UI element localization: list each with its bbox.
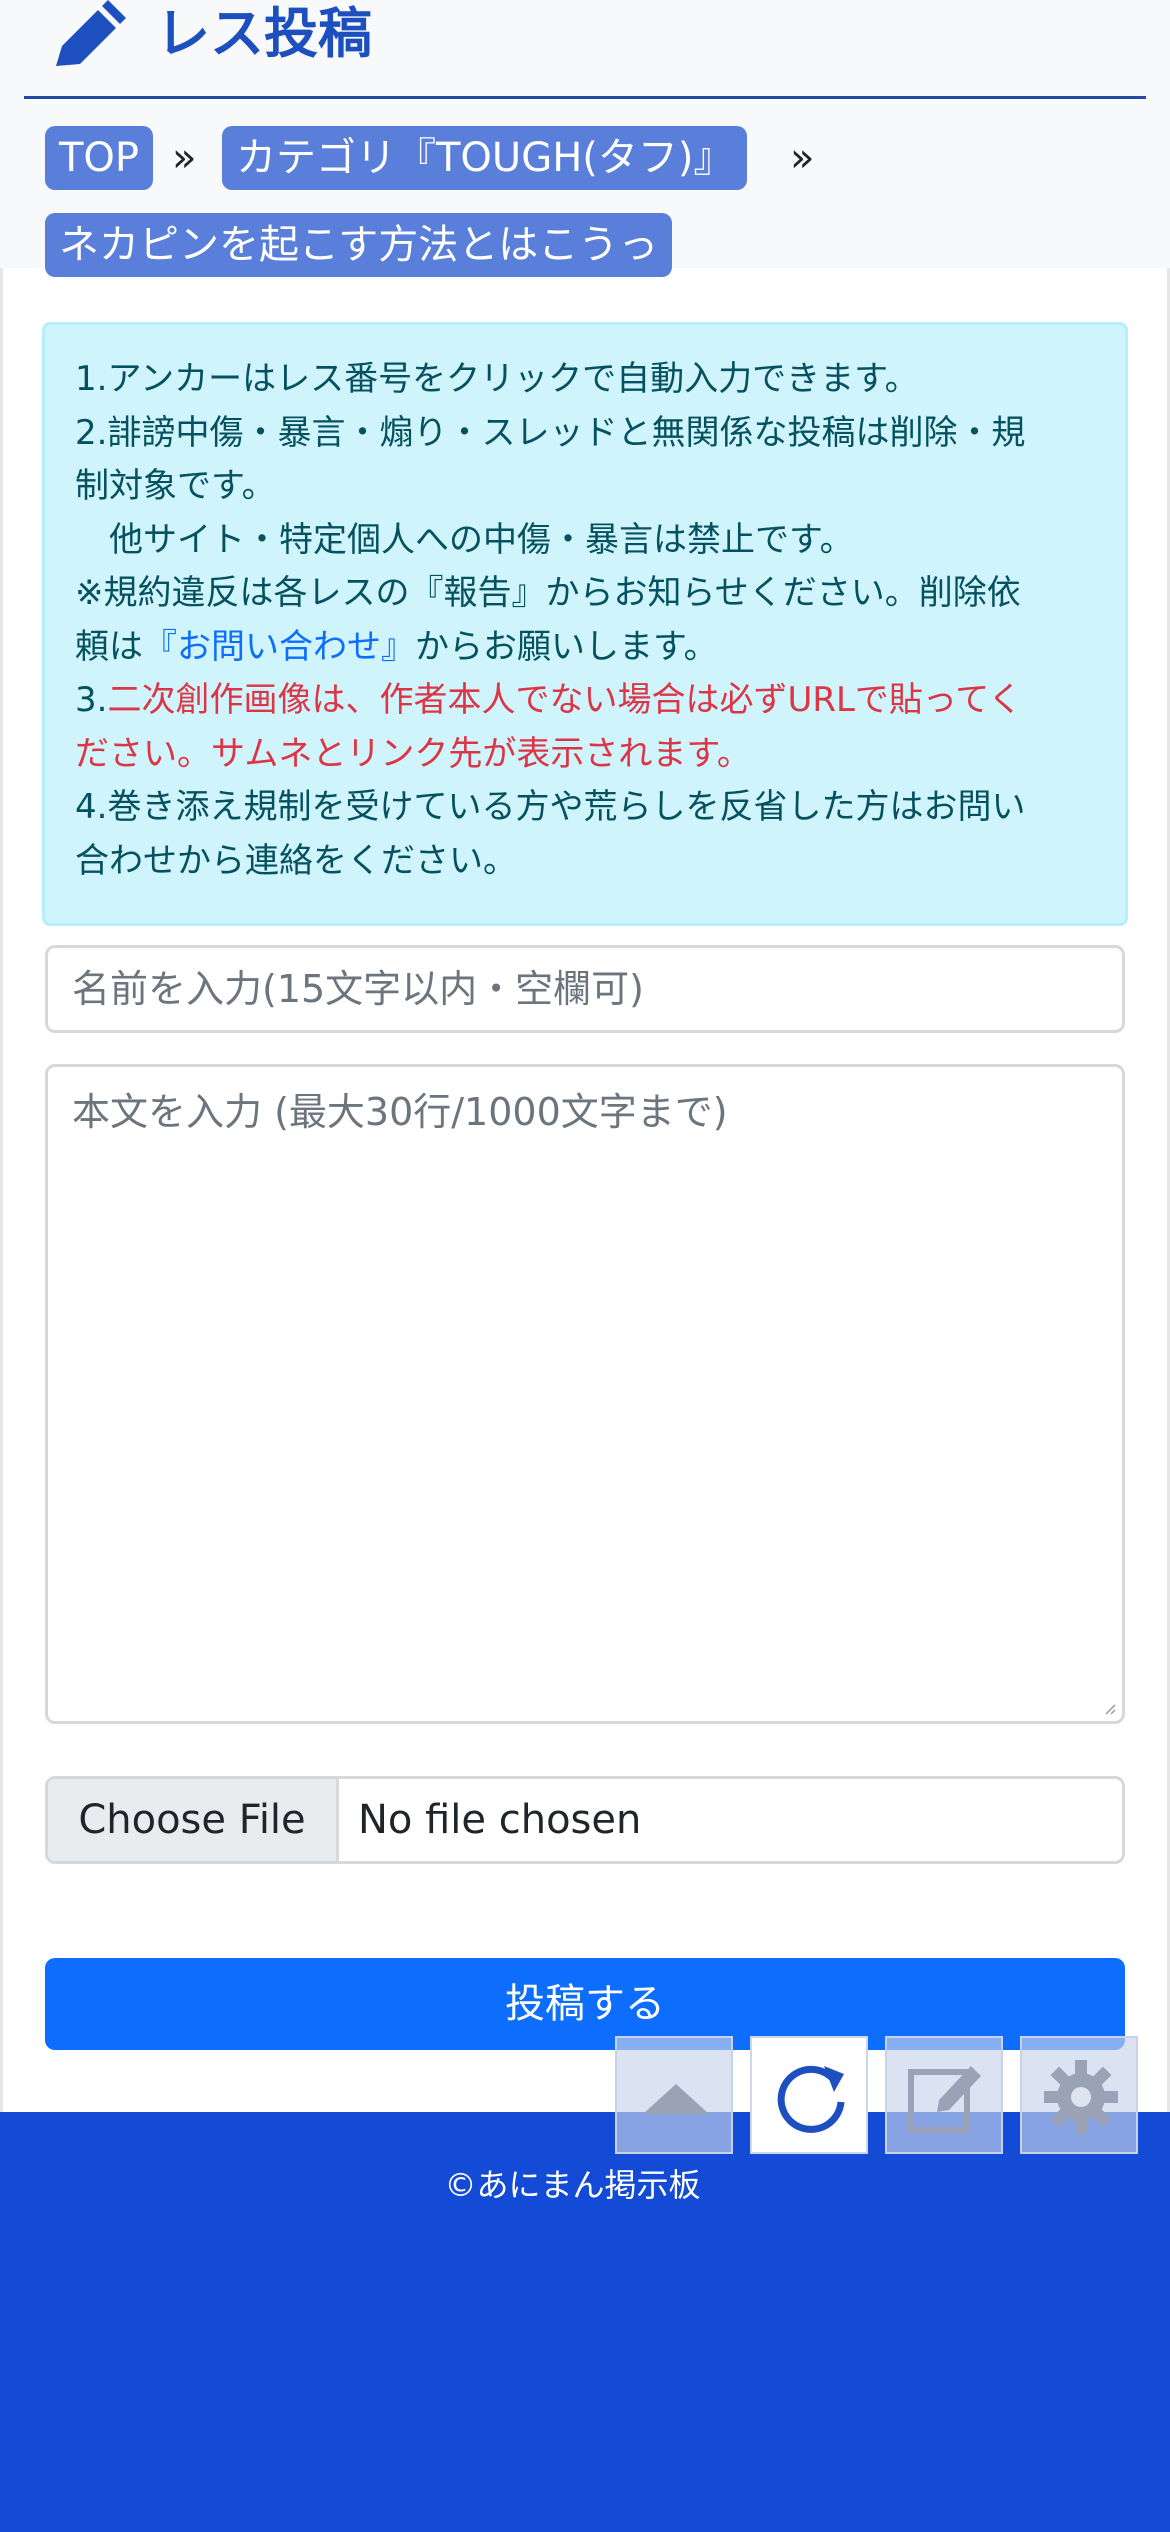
breadcrumb-category[interactable]: カテゴリ『TOUGH(タフ)』 (222, 126, 748, 190)
notice-line: 1.アンカーはレス番号をクリックで自動入力できます。 (75, 359, 919, 399)
notice-warning: ださい。サムネとリンク先が表示されます。 (75, 733, 751, 774)
breadcrumb-thread[interactable]: ネカピンを起こす方法とはこうっ (45, 213, 673, 277)
body-textarea[interactable]: 本文を入力 (最大30行/1000文字まで) (45, 1064, 1125, 1724)
scroll-up-button[interactable] (615, 2036, 733, 2154)
settings-button[interactable] (1020, 2036, 1138, 2154)
title-bar: レス投稿 (24, 0, 1146, 99)
edit-button[interactable] (885, 2036, 1003, 2154)
notice-text: 頼は (75, 626, 143, 667)
notice-line: 制対象です。 (75, 466, 276, 506)
notice-line: 2.誹謗中傷・暴言・煽り・スレッドと無関係な投稿は削除・規 (75, 412, 1026, 453)
notice-warning: 二次創作画像は、作者本人でない場合は必ずURLで貼ってく (107, 680, 1023, 720)
breadcrumb-separator: » (172, 135, 197, 181)
choose-file-button[interactable]: Choose File (48, 1779, 339, 1861)
scroll-up-icon (643, 2084, 709, 2114)
notice-line: 頼は『お問い合わせ』からお願いします。 (75, 621, 1095, 675)
body-placeholder: 本文を入力 (最大30行/1000文字まで) (72, 1090, 728, 1134)
notice-line: ※規約違反は各レスの『報告』からお知らせください。削除依 (75, 573, 1021, 613)
page: レス投稿 TOP » カテゴリ『TOUGH(タフ)』 » ネカピンを起こす方法と… (0, 0, 1170, 2532)
copyright: ©あにまん掲示板 (444, 2166, 701, 2204)
notice-text: からお願いします。 (415, 626, 718, 667)
notice-number: 3. (75, 680, 108, 720)
edit-icon (908, 2066, 981, 2133)
rules-notice: 1.アンカーはレス番号をクリックで自動入力できます。 2.誹謗中傷・暴言・煽り・… (42, 322, 1128, 926)
resize-grip-icon[interactable] (1104, 1703, 1116, 1715)
breadcrumb-top[interactable]: TOP (45, 126, 154, 190)
header: レス投稿 TOP » カテゴリ『TOUGH(タフ)』 » ネカピンを起こす方法と… (0, 0, 1170, 277)
contact-link[interactable]: 『お問い合わせ』 (143, 627, 415, 667)
page-title: レス投稿 (156, 2, 372, 65)
name-input[interactable]: 名前を入力(15文字以内・空欄可) (45, 945, 1125, 1033)
breadcrumb-separator: » (790, 135, 815, 181)
refresh-icon (777, 2065, 845, 2133)
notice-line: 合わせから連絡をください。 (75, 840, 517, 881)
notice-line: 4.巻き添え規制を受けている方や荒らしを反省した方はお問い (75, 787, 1026, 827)
notice-line: 他サイト・特定個人への中傷・暴言は禁止です。 (75, 519, 854, 560)
file-status: No file chosen (358, 1797, 642, 1843)
notice-line: 3.二次創作画像は、作者本人でない場合は必ずURLで貼ってく (75, 674, 1095, 728)
pencil-icon (56, 0, 126, 66)
refresh-button[interactable] (750, 2036, 868, 2154)
gear-icon (1044, 2060, 1118, 2134)
file-input[interactable]: Choose File No file chosen (45, 1776, 1125, 1864)
